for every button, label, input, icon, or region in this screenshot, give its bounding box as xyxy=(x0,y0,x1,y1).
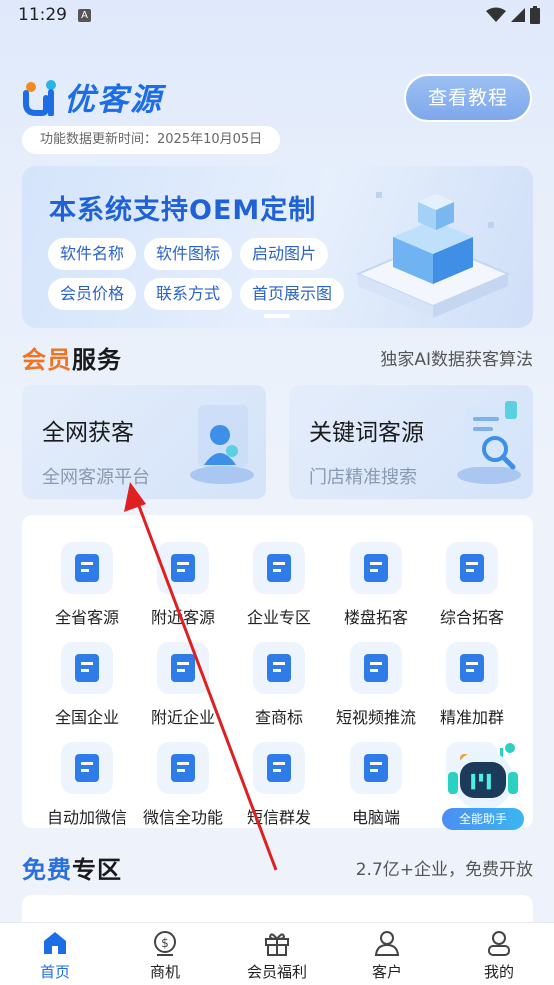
grid-item[interactable]: 查商标 xyxy=(229,628,329,727)
grid-item-label: 精准加群 xyxy=(439,708,504,727)
grid-item[interactable]: 短信群发 xyxy=(229,728,329,827)
battery-icon xyxy=(530,6,540,24)
free-section-subtitle: 2.7亿+企业，免费开放 xyxy=(355,860,533,880)
assistant-label: 全能助手 xyxy=(442,808,524,830)
chip-member-price: 会员价格 xyxy=(48,278,137,310)
desktop-icon xyxy=(350,742,402,794)
chat-add-icon xyxy=(61,742,113,794)
nav-label: 客户 xyxy=(371,963,402,981)
nav-label: 我的 xyxy=(483,963,514,981)
oem-banner[interactable]: 本系统支持OEM定制 软件名称 软件图标 启动图片 会员价格 联系方式 首页展示… xyxy=(22,166,533,328)
city-icon xyxy=(61,642,113,694)
video-icon xyxy=(350,642,402,694)
member-title-highlight: 会员 xyxy=(22,346,72,374)
nav-business[interactable]: $ 商机 xyxy=(110,923,220,985)
card-subtitle: 门店精准搜索 xyxy=(309,467,417,488)
card-keyword[interactable]: 关键词客源 门店精准搜索 xyxy=(289,385,533,499)
chat-icon xyxy=(157,742,209,794)
card-subtitle: 全网客源平台 xyxy=(42,467,150,488)
chip-splash-image: 启动图片 xyxy=(240,238,329,270)
nav-label: 商机 xyxy=(149,963,180,981)
server-illustration xyxy=(355,192,511,318)
status-bar: 11:29 A xyxy=(0,0,554,32)
app-name: 优客源 xyxy=(64,82,163,118)
home-icon xyxy=(44,932,66,954)
grid-item[interactable]: 全省客源 xyxy=(37,528,137,627)
nav-profile[interactable]: 我的 xyxy=(444,923,554,985)
user-3d-icon xyxy=(190,405,254,484)
card-title: 全网获客 xyxy=(42,420,134,446)
location-user-icon xyxy=(157,542,209,594)
building-icon xyxy=(253,542,305,594)
carousel-indicator xyxy=(264,314,290,318)
grid-item[interactable]: 楼盘拓客 xyxy=(326,528,426,627)
search-doc-icon xyxy=(253,642,305,694)
chip-home-image: 首页展示图 xyxy=(240,278,345,310)
card-title: 关键词客源 xyxy=(309,420,424,446)
member-title-rest: 服务 xyxy=(72,346,122,374)
grid-item[interactable]: 自动加微信 xyxy=(37,728,137,827)
update-time-label: 功能数据更新时间：2025年10月05日 xyxy=(22,126,281,154)
grid-item[interactable]: 微信全功能 xyxy=(133,728,233,827)
bottom-navigation: 首页 $ 商机 会员福利 客户 我的 xyxy=(0,922,554,985)
free-title-rest: 专区 xyxy=(72,856,122,884)
chip-contact: 联系方式 xyxy=(144,278,233,310)
nav-label: 会员福利 xyxy=(246,963,307,981)
banner-title: 本系统支持OEM定制 xyxy=(49,195,317,226)
grid-item[interactable]: 全国企业 xyxy=(37,628,137,727)
grid-item-label: 综合拓客 xyxy=(439,608,504,627)
notification-icon: A xyxy=(78,9,91,22)
nav-member-benefits[interactable]: 会员福利 xyxy=(222,923,332,985)
grid-item[interactable]: 精准加群 xyxy=(422,628,522,727)
grid-item[interactable]: 企业专区 xyxy=(229,528,329,627)
free-section-title: 免费专区 xyxy=(22,850,122,885)
member-section-subtitle: 独家AI数据获客算法 xyxy=(380,350,533,370)
member-section-title: 会员服务 xyxy=(22,340,122,375)
user-cycle-icon xyxy=(61,542,113,594)
svg-text:$: $ xyxy=(161,936,169,950)
grid-item[interactable]: 附近企业 xyxy=(133,628,233,727)
message-icon xyxy=(253,742,305,794)
nav-home[interactable]: 首页 xyxy=(0,923,110,985)
customers-icon xyxy=(374,931,400,956)
coin-icon: $ xyxy=(154,931,176,956)
grid-item[interactable]: 电脑端 xyxy=(326,728,426,827)
status-time: 11:29 xyxy=(18,5,67,25)
assistant-button[interactable]: ▌▘▌ 全能助手 xyxy=(440,740,526,832)
chip-software-icon: 软件图标 xyxy=(144,238,233,270)
gift-icon xyxy=(265,933,289,956)
card-all-network[interactable]: 全网获客 全网客源平台 xyxy=(22,385,266,499)
app-logo: 优客源 xyxy=(22,74,163,119)
nav-customers[interactable]: 客户 xyxy=(332,923,442,985)
free-title-highlight: 免费 xyxy=(22,856,72,884)
status-icons xyxy=(486,6,540,24)
robot-icon: ▌▘▌ xyxy=(448,743,518,810)
bar-chart-icon xyxy=(350,542,402,594)
grid-item[interactable]: 附近客源 xyxy=(133,528,233,627)
free-section-header: 免费专区 2.7亿+企业，免费开放 xyxy=(22,850,533,884)
grid-item[interactable]: 短视频推流 xyxy=(326,628,426,727)
logo-icon xyxy=(23,79,56,116)
signal-icon xyxy=(511,8,525,22)
suit-icon xyxy=(446,542,498,594)
member-section-header: 会员服务 独家AI数据获客算法 xyxy=(22,340,533,374)
grid-item[interactable]: 综合拓客 xyxy=(422,528,522,627)
search-doc-3d-icon xyxy=(457,401,521,484)
view-tutorial-button[interactable]: 查看教程 xyxy=(404,74,532,122)
building-pin-icon xyxy=(157,642,209,694)
wifi-icon xyxy=(486,7,506,22)
profile-icon xyxy=(488,931,510,956)
add-user-icon xyxy=(446,642,498,694)
nav-label: 首页 xyxy=(39,963,70,981)
chip-software-name: 软件名称 xyxy=(48,238,137,270)
robot-screen-text: ▌▘▌ xyxy=(470,773,494,790)
